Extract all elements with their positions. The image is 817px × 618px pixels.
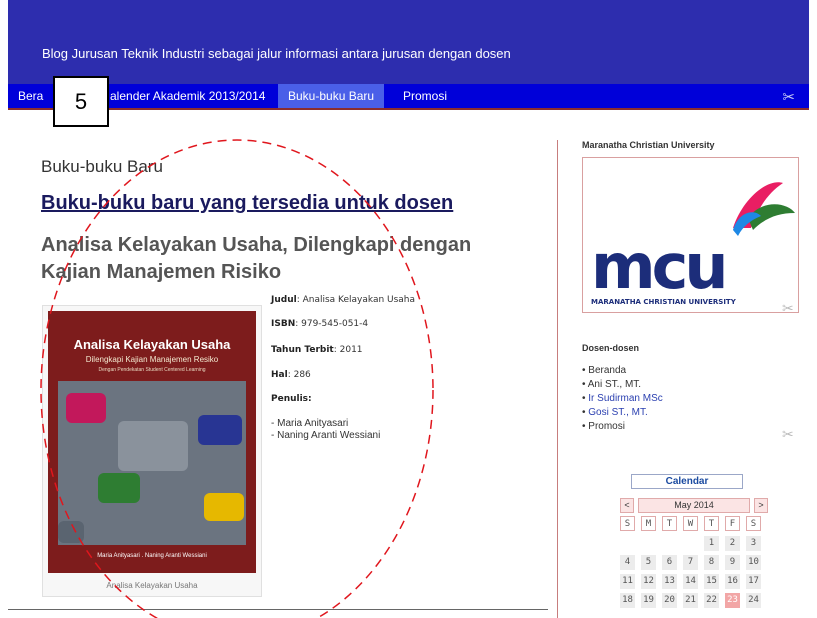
calendar-day[interactable]: 4 (620, 555, 635, 570)
tools-icon[interactable]: ✂ (782, 426, 794, 443)
dosen-list: Beranda Ani ST., MT. Ir Sudirman MSc Gos… (582, 364, 663, 434)
dosen-item-ani[interactable]: Ani ST., MT. (582, 378, 663, 392)
main-nav: Bera alender Akademik 2013/2014 Buku-buk… (8, 84, 809, 110)
calendar-day[interactable]: 6 (662, 555, 677, 570)
calendar-day[interactable]: 11 (620, 574, 635, 589)
info-hal: Hal: 286 (271, 370, 311, 380)
calendar-month-label: May 2014 (638, 498, 750, 513)
nav-item-promosi[interactable]: Promosi (403, 84, 447, 108)
calendar-weekday: M (641, 516, 656, 531)
logo-wordmark: mcu (591, 230, 728, 303)
calendar-prev-button[interactable]: < (620, 498, 634, 513)
info-isbn: ISBN: 979-545-051-4 (271, 319, 369, 329)
content-bottom-rule (8, 609, 548, 610)
info-judul: Judul: Analisa Kelayakan Usaha (271, 295, 416, 305)
page-title: Buku-buku Baru (41, 157, 163, 176)
book-caption: Analisa Kelayakan Usaha (106, 581, 198, 590)
nav-item-buku-buku-baru[interactable]: Buku-buku Baru (278, 84, 385, 108)
book-heading: Analisa Kelayakan Usaha, Dilengkapi deng… (41, 232, 511, 286)
cover-note: Dengan Pendekatan Student Centered Learn… (98, 367, 206, 373)
dosen-item-gosi[interactable]: Gosi ST., MT. (582, 406, 663, 420)
calendar-day[interactable]: 14 (683, 574, 698, 589)
calendar-day[interactable]: 18 (620, 593, 635, 608)
calendar-day[interactable]: 15 (704, 574, 719, 589)
info-tahun-terbit: Tahun Terbit: 2011 (271, 345, 363, 355)
blog-header: Blog Jurusan Teknik Industri sebagai jal… (8, 0, 809, 84)
calendar-day[interactable]: 13 (662, 574, 677, 589)
calendar-day[interactable]: 9 (725, 555, 740, 570)
author-1: - Maria Anityasari (271, 418, 349, 429)
calendar-day[interactable]: 21 (683, 593, 698, 608)
calendar-day[interactable]: 17 (746, 574, 761, 589)
calendar-day[interactable]: 3 (746, 536, 761, 551)
book-heading-line1: Analisa Kelayakan Usaha, Dilengkapi deng… (41, 234, 472, 256)
nav-item-beranda[interactable]: Bera (18, 84, 43, 108)
calendar-day[interactable]: 2 (725, 536, 740, 551)
calendar-weekday: T (704, 516, 719, 531)
calendar-day[interactable]: 10 (746, 555, 761, 570)
dosen-item-promosi[interactable]: Promosi (582, 420, 663, 434)
cover-title: Analisa Kelayakan Usaha (73, 337, 231, 352)
mcu-logo-image[interactable]: mcu MARANATHA CHRISTIAN UNIVERSITY (582, 157, 799, 313)
post-title-link[interactable]: Buku-buku baru yang tersedia untuk dosen (41, 192, 453, 215)
blog-description: Blog Jurusan Teknik Industri sebagai jal… (42, 46, 511, 61)
calendar-day[interactable]: 20 (662, 593, 677, 608)
nav-item-kalender-akademik[interactable]: alender Akademik 2013/2014 (110, 84, 265, 108)
dosen-item-beranda[interactable]: Beranda (582, 364, 663, 378)
calendar-day[interactable]: 24 (746, 593, 761, 608)
sidebar-dosen-title: Dosen-dosen (582, 343, 640, 353)
sidebar-divider (557, 140, 558, 618)
calendar-day[interactable]: 22 (704, 593, 719, 608)
cover-subtitle: Dilengkapi Kajian Manajemen Resiko (85, 355, 219, 364)
author-2: - Naning Aranti Wessiani (271, 430, 381, 441)
calendar-weekday: S (620, 516, 635, 531)
calendar-day[interactable]: 19 (641, 593, 656, 608)
tools-icon[interactable]: ✂ (782, 300, 794, 317)
calendar-day[interactable]: 16 (725, 574, 740, 589)
book-image-card[interactable]: Analisa Kelayakan Usaha Dilengkapi Kajia… (42, 305, 262, 597)
dosen-item-sudirman[interactable]: Ir Sudirman MSc (582, 392, 662, 406)
book-heading-line2: Kajian Manajemen Risiko (41, 261, 282, 283)
calendar-day[interactable]: 1 (704, 536, 719, 551)
calendar-day[interactable]: 8 (704, 555, 719, 570)
annotation-label-box: 5 (53, 76, 109, 127)
cover-authors: Maria Anityasari . Naning Aranti Wessian… (97, 553, 207, 559)
calendar-day[interactable]: 5 (641, 555, 656, 570)
cover-puzzle-art (58, 381, 246, 545)
calendar-title: Calendar (631, 474, 743, 489)
calendar-weekday: W (683, 516, 698, 531)
calendar-weekday: F (725, 516, 740, 531)
calendar-weekday: T (662, 516, 677, 531)
sidebar-university-title: Maranatha Christian University (582, 140, 715, 150)
calendar-day[interactable]: 12 (641, 574, 656, 589)
info-penulis-label: Penulis: (271, 394, 312, 404)
calendar-day[interactable]: 23 (725, 593, 740, 608)
book-cover-image[interactable]: Analisa Kelayakan Usaha Dilengkapi Kajia… (48, 311, 256, 573)
logo-caption: MARANATHA CHRISTIAN UNIVERSITY (591, 298, 736, 306)
tools-icon[interactable]: ✂ (782, 88, 795, 106)
calendar-next-button[interactable]: > (754, 498, 768, 513)
calendar-day[interactable]: 7 (683, 555, 698, 570)
calendar-weekday: S (746, 516, 761, 531)
